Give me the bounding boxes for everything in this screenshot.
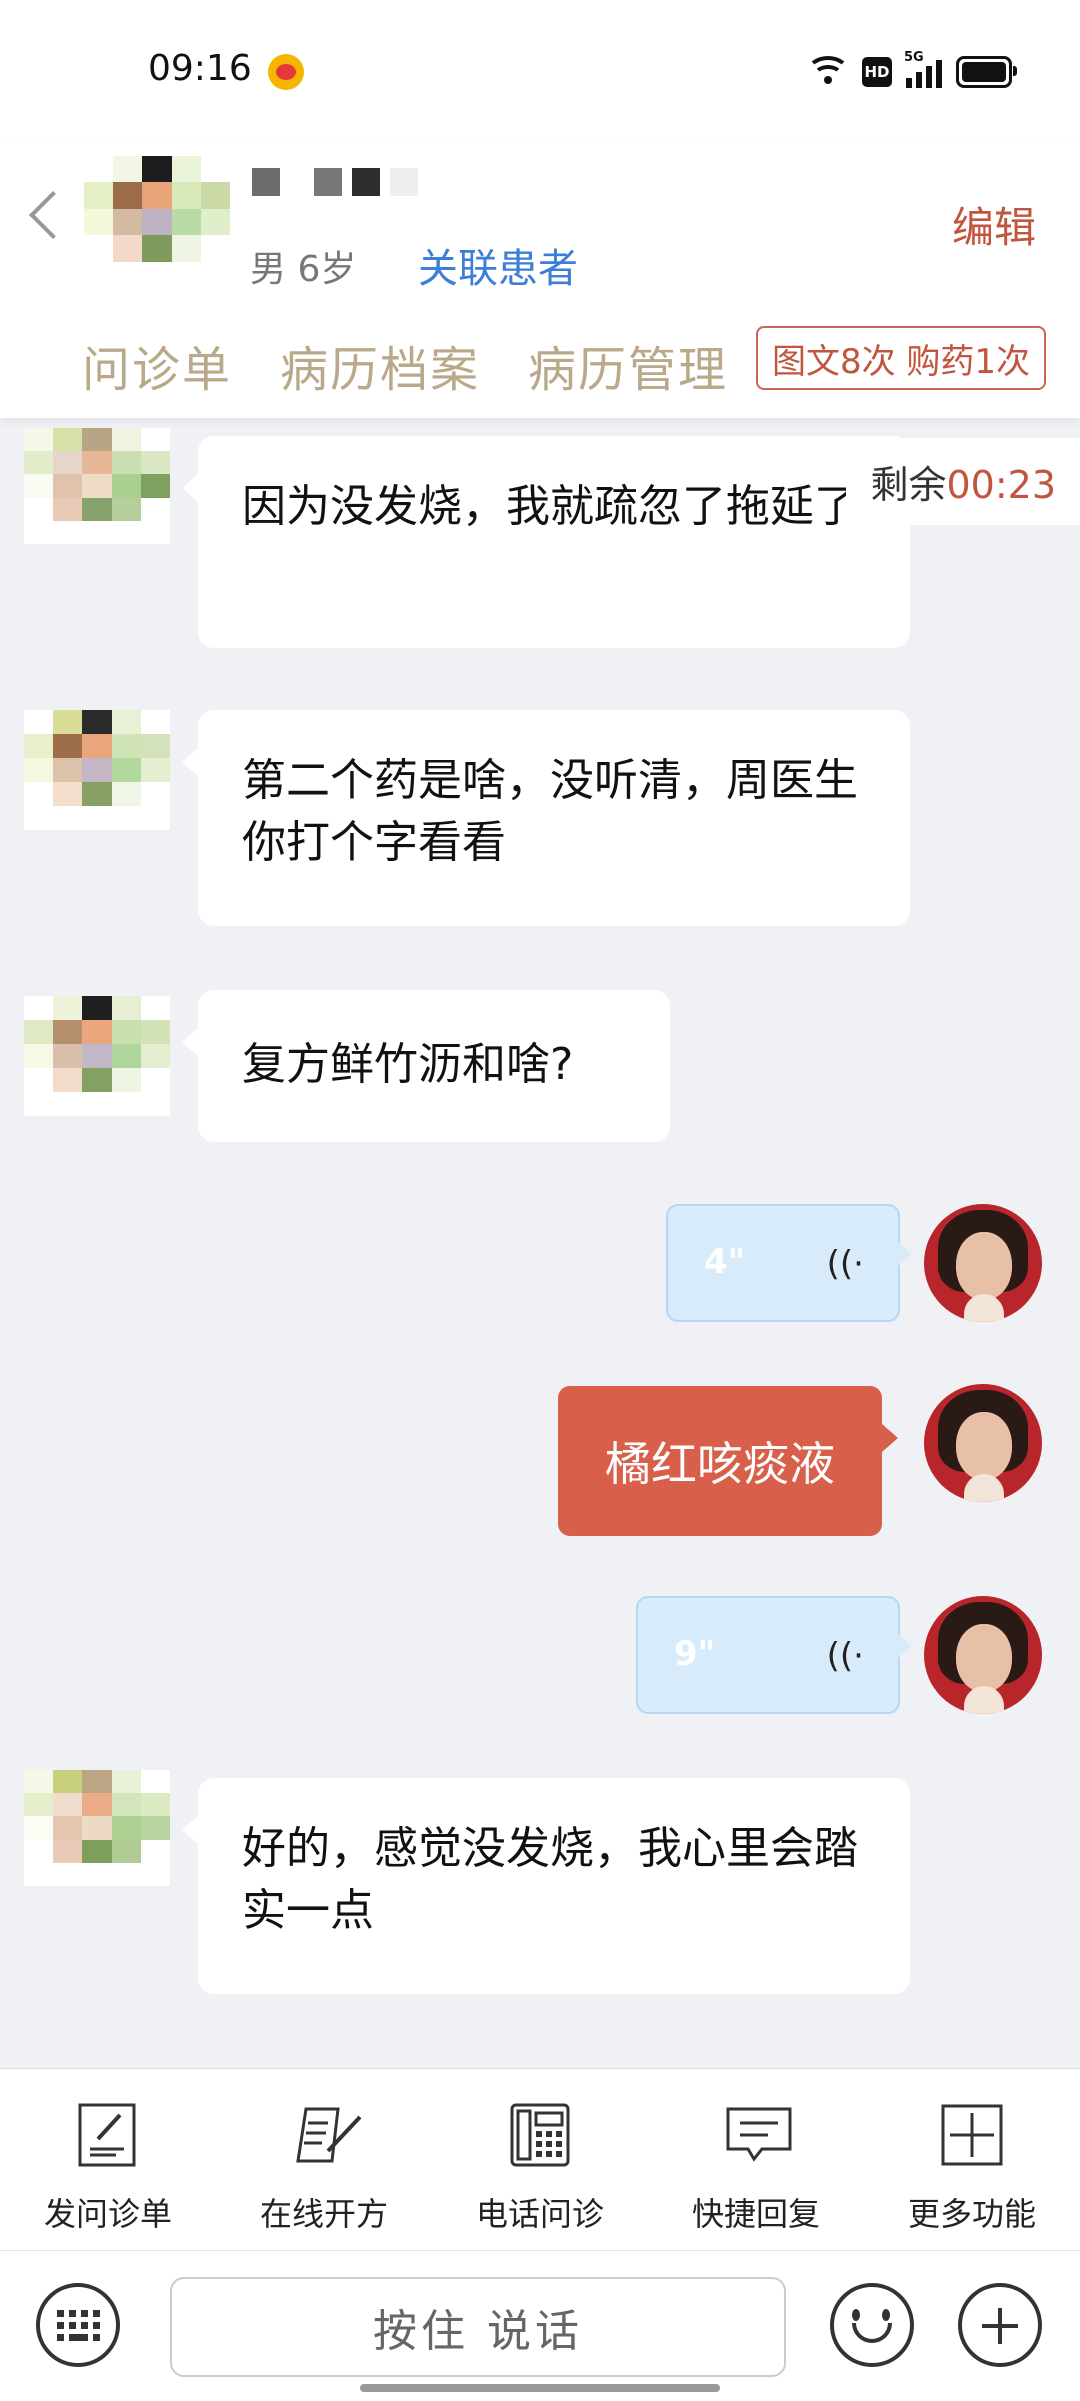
home-indicator[interactable] bbox=[360, 2384, 720, 2392]
link-patient-link[interactable]: 关联患者 bbox=[418, 236, 578, 294]
keyboard-toggle-button[interactable] bbox=[36, 2283, 120, 2367]
send-inquiry-form-button[interactable]: 发问诊单 bbox=[0, 2069, 216, 2251]
message-text: 第二个药是啥，没听清，周医生你打个字看看 bbox=[242, 755, 858, 868]
patient-avatar[interactable] bbox=[24, 428, 170, 544]
tool-label: 在线开方 bbox=[259, 2195, 388, 2233]
emoji-button[interactable] bbox=[830, 2283, 914, 2367]
wifi-icon bbox=[806, 56, 850, 88]
more-functions-button[interactable]: 更多功能 bbox=[864, 2069, 1080, 2251]
patient-name-redacted bbox=[252, 168, 418, 196]
message-bubble[interactable]: 好的，感觉没发烧，我心里会踏实一点 bbox=[182, 1778, 910, 1994]
tool-label: 快捷回复 bbox=[691, 2195, 820, 2233]
chat-header: 男 6岁 关联患者 编辑 问诊单 病历档案 病历管理 图文8次 购药1次 bbox=[0, 140, 1080, 418]
phone-icon bbox=[508, 2103, 572, 2167]
status-bar: 09:16 HD 5G bbox=[0, 0, 1080, 140]
timer-value: 00:23 bbox=[946, 463, 1056, 507]
message-text: 复方鲜竹沥和啥? bbox=[242, 1039, 574, 1090]
tab-records-management[interactable]: 病历管理 bbox=[528, 330, 728, 400]
message-bubble[interactable]: 第二个药是啥，没听清，周医生你打个字看看 bbox=[182, 710, 910, 926]
signal-icon: 5G bbox=[904, 50, 942, 88]
hold-to-talk-button[interactable]: 按住 说话 bbox=[170, 2277, 786, 2377]
prescription-icon bbox=[292, 2103, 362, 2167]
input-bar: 按住 说话 bbox=[0, 2250, 1080, 2401]
message-bubble[interactable]: 因为没发烧，我就疏忽了拖延了 bbox=[182, 436, 910, 648]
timer-label: 剩余 bbox=[870, 463, 947, 507]
message-bubble[interactable]: 橘红咳痰液 bbox=[558, 1386, 898, 1536]
patient-avatar[interactable] bbox=[24, 1770, 170, 1886]
more-icon bbox=[940, 2103, 1004, 2167]
quick-reply-button[interactable]: 快捷回复 bbox=[648, 2069, 864, 2251]
service-count-badge[interactable]: 图文8次 购药1次 bbox=[756, 326, 1046, 390]
function-toolbar: 发问诊单 在线开方 电话问诊 快捷回复 更多功能 bbox=[0, 2068, 1080, 2251]
keyboard-icon bbox=[56, 2309, 100, 2341]
message-bubble[interactable]: 复方鲜竹沥和啥? bbox=[182, 990, 670, 1142]
header-tabs: 问诊单 病历档案 病历管理 bbox=[82, 330, 728, 400]
doctor-avatar[interactable] bbox=[924, 1204, 1042, 1322]
patient-gender-age: 男 6岁 bbox=[250, 249, 357, 290]
voice-duration: 4" bbox=[704, 1242, 746, 1282]
back-icon[interactable] bbox=[28, 190, 78, 240]
system-icons: HD 5G bbox=[806, 50, 1017, 92]
voice-wave-icon: ((· bbox=[826, 1636, 864, 1676]
message-text: 橘红咳痰液 bbox=[605, 1437, 835, 1491]
voice-message[interactable]: 4" ((· bbox=[666, 1204, 912, 1322]
quick-reply-icon bbox=[724, 2103, 792, 2167]
tool-label: 发问诊单 bbox=[43, 2195, 172, 2233]
tool-label: 电话问诊 bbox=[475, 2195, 604, 2233]
message-text: 因为没发烧，我就疏忽了拖延了 bbox=[242, 481, 858, 532]
tool-label: 更多功能 bbox=[907, 2195, 1036, 2233]
message-text: 好的，感觉没发烧，我心里会踏实一点 bbox=[242, 1823, 858, 1936]
status-time: 09:16 bbox=[148, 48, 252, 89]
patient-avatar[interactable] bbox=[24, 996, 170, 1116]
hd-icon: HD bbox=[862, 57, 892, 87]
weibo-notification-icon bbox=[268, 54, 304, 90]
voice-wave-icon: ((· bbox=[826, 1244, 864, 1284]
voice-duration: 9" bbox=[674, 1634, 716, 1674]
online-prescription-button[interactable]: 在线开方 bbox=[216, 2069, 432, 2251]
patient-avatar[interactable] bbox=[24, 710, 170, 830]
form-icon bbox=[76, 2103, 140, 2167]
edit-button[interactable]: 编辑 bbox=[952, 194, 1036, 255]
doctor-avatar[interactable] bbox=[924, 1384, 1042, 1502]
phone-consult-button[interactable]: 电话问诊 bbox=[432, 2069, 648, 2251]
patient-avatar[interactable] bbox=[84, 156, 230, 288]
tab-inquiry-form[interactable]: 问诊单 bbox=[82, 330, 232, 400]
tab-medical-records[interactable]: 病历档案 bbox=[280, 330, 480, 400]
voice-message[interactable]: 9" ((· bbox=[636, 1596, 912, 1714]
remaining-timer: 剩余00:23 bbox=[846, 438, 1080, 525]
doctor-avatar[interactable] bbox=[924, 1596, 1042, 1714]
battery-icon bbox=[956, 56, 1017, 88]
add-attachment-button[interactable] bbox=[958, 2283, 1042, 2367]
